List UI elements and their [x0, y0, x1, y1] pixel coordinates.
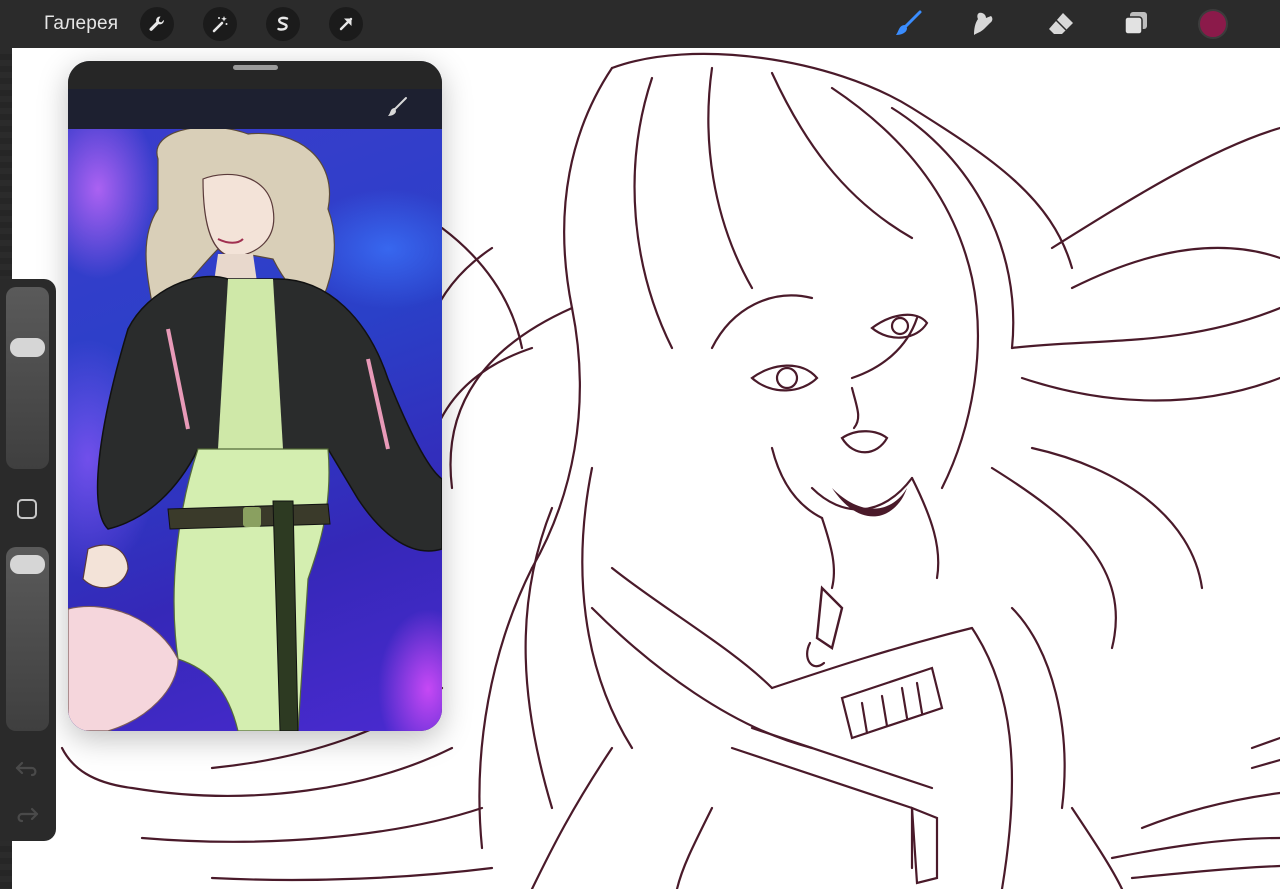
- smudge-icon: [974, 12, 993, 35]
- undo-icon[interactable]: [14, 757, 40, 779]
- modify-button[interactable]: [17, 499, 37, 519]
- transform-button[interactable]: [329, 7, 363, 41]
- adjustments-button[interactable]: [203, 7, 237, 41]
- layers-icon: [1124, 12, 1147, 35]
- left-sidebar: [0, 279, 56, 841]
- magic-wand-icon: [212, 16, 228, 33]
- brush-icon[interactable]: [384, 94, 410, 120]
- opacity-thumb[interactable]: [10, 554, 45, 574]
- reference-window[interactable]: [68, 61, 442, 731]
- drag-handle[interactable]: [233, 65, 278, 70]
- wrench-icon: [149, 16, 164, 31]
- actions-button[interactable]: [140, 7, 174, 41]
- opacity-slider[interactable]: [6, 547, 49, 731]
- gallery-button[interactable]: Галерея: [44, 12, 118, 36]
- brush-size-thumb[interactable]: [10, 338, 45, 357]
- eraser-tool[interactable]: [1046, 9, 1076, 39]
- color-picker-button[interactable]: [1198, 9, 1228, 39]
- selection-button[interactable]: [266, 7, 300, 41]
- selection-s-icon: [277, 16, 289, 31]
- reference-image: [68, 129, 442, 731]
- reference-character-art: [68, 129, 442, 731]
- brush-size-slider[interactable]: [6, 287, 49, 469]
- eraser-icon: [1049, 13, 1073, 34]
- brush-icon: [896, 10, 922, 35]
- transform-arrow-icon: [339, 17, 353, 31]
- reference-header[interactable]: [68, 61, 442, 129]
- brush-tool[interactable]: [893, 9, 923, 39]
- layers-button[interactable]: [1121, 9, 1151, 39]
- smudge-tool[interactable]: [969, 9, 999, 39]
- toolbar: Галерея: [0, 0, 1280, 48]
- redo-icon[interactable]: [14, 803, 40, 825]
